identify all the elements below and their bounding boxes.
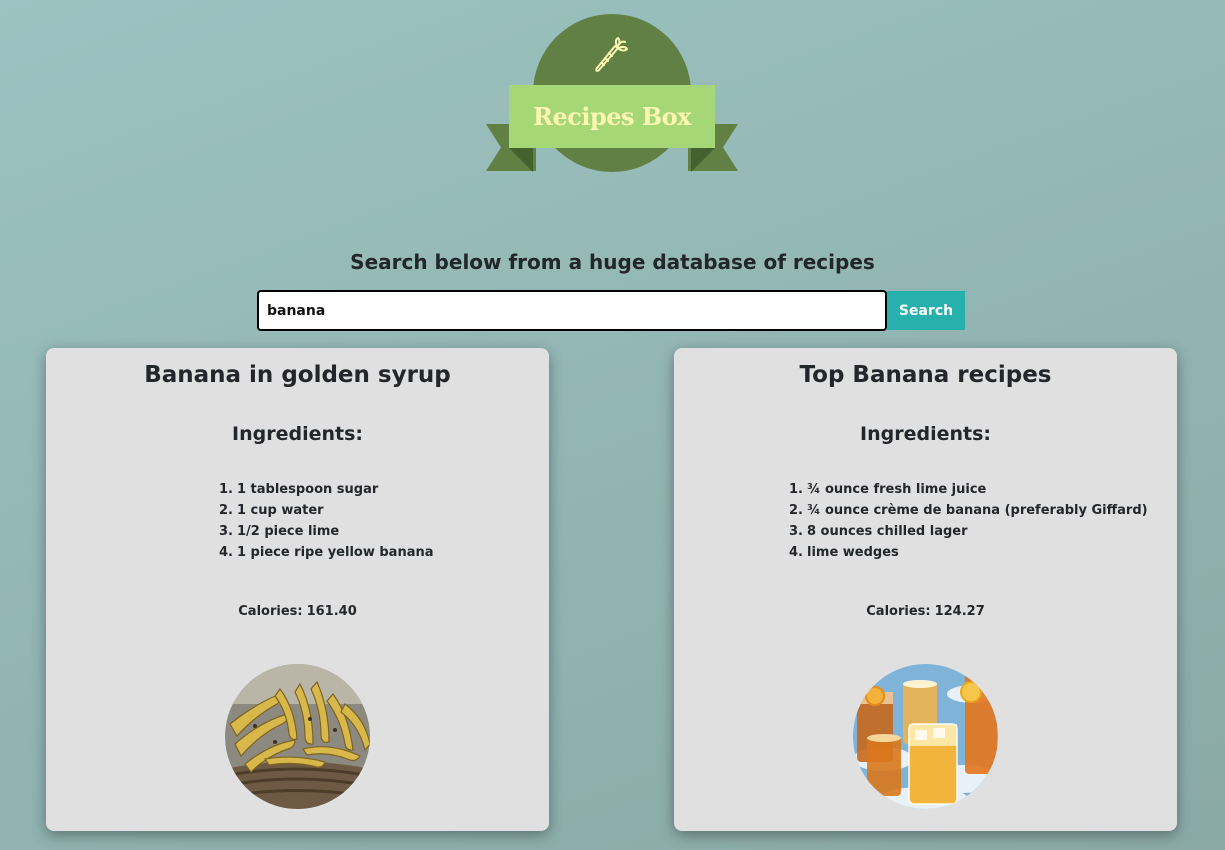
ingredient-item: 4. lime wedges xyxy=(789,542,1148,563)
ingredients-heading: Ingredients: xyxy=(232,423,363,445)
recipe-title: Top Banana recipes xyxy=(799,362,1052,388)
calories: Calories: 161.40 xyxy=(46,604,549,619)
ingredient-number: 4. xyxy=(789,545,803,560)
ingredient-text: 8 ounces chilled lager xyxy=(806,524,968,539)
ingredient-text: ¾ ounce crème de banana (preferably Giff… xyxy=(806,503,1148,518)
ingredient-text: lime wedges xyxy=(806,545,899,560)
ingredient-number: 1. xyxy=(789,482,803,497)
search-tagline: Search below from a huge database of rec… xyxy=(350,250,875,274)
ingredient-number: 4. xyxy=(219,545,233,560)
ingredient-number: 2. xyxy=(219,503,233,518)
bananas-photo xyxy=(225,664,370,809)
calories-value: 161.40 xyxy=(306,604,357,619)
calories-label: Calories: xyxy=(238,604,303,619)
logo-banner: Recipes Box xyxy=(509,85,715,148)
recipe-card: Banana in golden syrup Ingredients: 1. 1 … xyxy=(46,348,549,831)
ingredient-item: 4. 1 piece ripe yellow banana xyxy=(219,542,434,563)
ingredient-item: 3. 8 ounces chilled lager xyxy=(789,521,1148,542)
ingredient-text: 1 piece ripe yellow banana xyxy=(236,545,434,560)
ingredient-text: 1/2 piece lime xyxy=(236,524,340,539)
ingredient-number: 2. xyxy=(789,503,803,518)
search-button[interactable]: Search xyxy=(887,291,965,330)
carrot-icon xyxy=(595,37,628,72)
ingredient-number: 3. xyxy=(789,524,803,539)
ingredient-list: 1. ¾ ounce fresh lime juice 2. ¾ ounce crè… xyxy=(789,479,1148,563)
ingredient-text: 1 tablespoon sugar xyxy=(236,482,379,497)
logo-title: Recipes Box xyxy=(533,102,691,131)
cocktails-photo xyxy=(853,664,998,809)
ingredient-item: 2. 1 cup water xyxy=(219,500,434,521)
recipe-card: Top Banana recipes Ingredients: 1. ¾ ounc… xyxy=(674,348,1177,831)
search-input[interactable] xyxy=(257,290,887,331)
logo: Recipes Box xyxy=(485,14,739,174)
calories: Calories: 124.27 xyxy=(674,604,1177,619)
ingredient-text: 1 cup water xyxy=(236,503,324,518)
ingredient-list: 1. 1 tablespoon sugar 2. 1 cup water 3. 1/2… xyxy=(219,479,434,563)
ingredient-item: 2. ¾ ounce crème de banana (preferably Gi… xyxy=(789,500,1148,521)
recipe-title: Banana in golden syrup xyxy=(144,362,451,388)
calories-value: 124.27 xyxy=(934,604,985,619)
ingredient-number: 1. xyxy=(219,482,233,497)
ingredients-heading: Ingredients: xyxy=(860,423,991,445)
ingredient-item: 1. 1 tablespoon sugar xyxy=(219,479,434,500)
ingredient-number: 3. xyxy=(219,524,233,539)
calories-label: Calories: xyxy=(866,604,931,619)
ingredient-item: 3. 1/2 piece lime xyxy=(219,521,434,542)
ingredient-item: 1. ¾ ounce fresh lime juice xyxy=(789,479,1148,500)
ingredient-text: ¾ ounce fresh lime juice xyxy=(806,482,987,497)
